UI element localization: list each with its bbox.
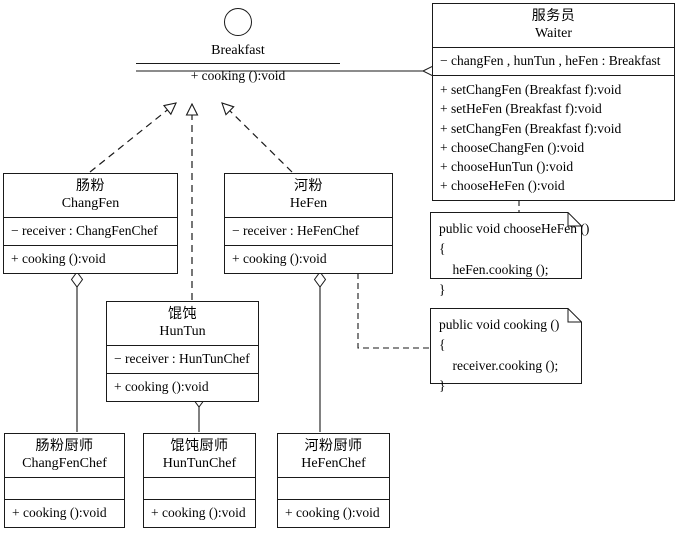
operation-item: + setChangFen (Breakfast f):void [440,120,622,136]
class-huntunchef-attributes [144,478,255,501]
class-changfen-operation: + cooking ():void [11,251,106,267]
class-hefen-attribute: − receiver : HeFenChef [225,218,392,247]
class-changfen-title: 肠粉 ChangFen [4,174,177,219]
class-hefenchef-attributes [278,478,389,501]
class-huntun-title: 馄饨 HunTun [107,302,258,347]
class-changfenchef[interactable]: 肠粉厨师 ChangFenChef + cooking ():void [4,433,125,529]
class-changfen[interactable]: 肠粉 ChangFen − receiver : ChangFenChef + … [3,173,178,275]
realization-hefen-breakfast [222,103,293,173]
class-changfenchef-name-en: ChangFenChef [22,455,107,471]
operation-item: + setHeFen (Breakfast f):void [440,101,602,117]
class-huntunchef-title: 馄饨厨师 HunTunChef [144,434,255,479]
operation-item: + chooseChangFen ():void [440,139,585,155]
class-changfen-attribute: − receiver : ChangFenChef [4,218,177,247]
interface-name: Breakfast [211,43,265,58]
note-choose-hefen-text: public void chooseHeFen () { heFen.cooki… [439,221,590,297]
realization-changfen-breakfast [89,103,176,173]
class-huntunchef-operation: + cooking ():void [151,505,246,521]
class-hefen-name-cn: 河粉 [294,178,323,194]
class-waiter-title: 服务员 Waiter [433,4,674,49]
class-changfen-name-en: ChangFen [61,195,120,211]
class-huntunchef-name-cn: 馄饨厨师 [170,438,229,454]
class-huntunchef-name-en: HunTunChef [162,455,237,471]
class-hefenchef-name-en: HeFenChef [301,455,366,471]
class-waiter-name-cn: 服务员 [531,8,576,24]
operation-item: + setChangFen (Breakfast f):void [440,82,622,98]
class-hefenchef-operation: + cooking ():void [285,505,380,521]
class-changfenchef-title: 肠粉厨师 ChangFenChef [5,434,124,479]
class-changfenchef-attributes [5,478,124,501]
class-hefenchef[interactable]: 河粉厨师 HeFenChef + cooking ():void [277,433,390,529]
class-hefenchef-title: 河粉厨师 HeFenChef [278,434,389,479]
class-waiter[interactable]: 服务员 Waiter − changFen , hunTun , heFen :… [432,3,675,202]
class-huntunchef[interactable]: 馄饨厨师 HunTunChef + cooking ():void [143,433,256,529]
note-cooking: public void cooking () { receiver.cookin… [430,308,582,393]
note-cooking-text: public void cooking () { receiver.cookin… [439,317,560,393]
interface-divider [136,63,340,64]
class-huntun-name-en: HunTun [159,323,206,339]
class-hefen-operation: + cooking ():void [232,251,327,267]
class-hefen-title: 河粉 HeFen [225,174,392,219]
uml-class-diagram: Breakfast + cooking ():void 服务员 Waiter −… [0,0,680,542]
class-hefen[interactable]: 河粉 HeFen − receiver : HeFenChef + cookin… [224,173,393,275]
operation-item: + chooseHunTun ():void [440,158,574,174]
interface-circle-icon [224,8,252,36]
aggregation-hefen-hefenchef [313,271,327,432]
class-hefen-name-en: HeFen [289,195,328,211]
class-changfenchef-operation: + cooking ():void [12,505,107,521]
class-hefenchef-name-cn: 河粉厨师 [304,438,363,454]
class-huntun-operation: + cooking ():void [114,379,209,395]
class-huntun-attribute: − receiver : HunTunChef [107,346,258,375]
operation-item: + chooseHeFen ():void [440,178,565,193]
note-choose-hefen: public void chooseHeFen () { heFen.cooki… [430,212,589,297]
class-changfenchef-name-cn: 肠粉厨师 [35,438,94,454]
interface-operation: + cooking ():void [190,68,286,83]
class-waiter-operations: + setChangFen (Breakfast f):void + setHe… [433,76,674,200]
aggregation-changfen-changfenchef [70,271,84,432]
class-waiter-attribute: − changFen , hunTun , heFen : Breakfast [433,48,674,77]
class-changfen-name-cn: 肠粉 [76,178,105,194]
class-huntun[interactable]: 馄饨 HunTun − receiver : HunTunChef + cook… [106,301,259,403]
interface-breakfast: Breakfast + cooking ():void [136,8,340,84]
class-waiter-name-en: Waiter [535,25,572,41]
note-anchor-hefen [357,273,430,349]
class-huntun-name-cn: 馄饨 [168,306,197,322]
